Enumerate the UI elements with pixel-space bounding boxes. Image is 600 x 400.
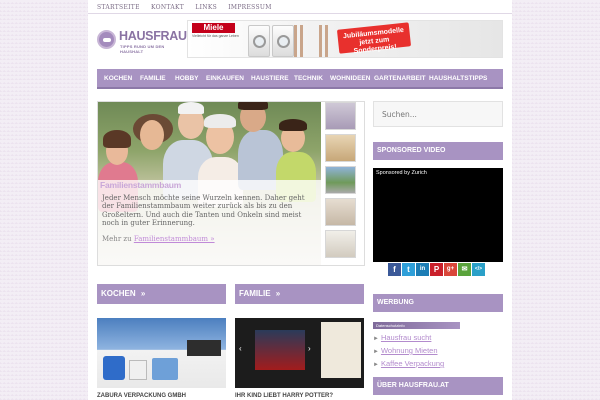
- slider-text: Jeder Mensch möchte seine Wurzeln kennen…: [102, 194, 305, 228]
- logo-icon: [97, 30, 116, 49]
- slider-more: Mehr zu Familienstammbaum »: [102, 235, 215, 243]
- nav-item-haustiere[interactable]: Haustiere: [251, 69, 289, 89]
- werbung-link-2[interactable]: ► Wohnung Mieten: [373, 345, 444, 358]
- arrow-left-icon: ‹: [239, 344, 242, 353]
- model-legs-image: [293, 25, 305, 57]
- section-kochen-title: Kochen: [101, 289, 136, 298]
- familie-card-title[interactable]: Ihr Kind liebt Harry Potter?: [235, 393, 333, 399]
- thumb-room[interactable]: [325, 230, 356, 258]
- twitter-icon[interactable]: t: [402, 263, 415, 276]
- thumb-bed[interactable]: [325, 198, 356, 226]
- email-icon[interactable]: ✉: [458, 263, 471, 276]
- video-sponsor-label: Sponsored by Zurich: [376, 170, 427, 176]
- nav-item-hobby[interactable]: Hobby: [175, 69, 198, 89]
- slider-more-prefix: Mehr zu: [102, 235, 132, 243]
- logo-subtitle: TIPPS RUND UM DEN HAUSHALT: [120, 44, 165, 54]
- slider-title[interactable]: Familienstammbaum: [100, 180, 181, 190]
- toplink-links[interactable]: Links: [195, 4, 217, 11]
- section-kochen-header[interactable]: Kochen »: [97, 284, 226, 304]
- main-nav: Kochen Familie Hobby Einkaufen Haustiere…: [97, 69, 503, 89]
- dryer-image: [248, 25, 270, 57]
- kochen-card-title[interactable]: Zabura Verpackung GmbH: [97, 393, 186, 399]
- linkedin-icon[interactable]: in: [416, 263, 429, 276]
- toplink-impressum[interactable]: Impressum: [228, 4, 271, 11]
- top-divider: [88, 13, 512, 14]
- section-familie-title: Familie: [239, 289, 271, 298]
- arrow-right-icon: ›: [308, 344, 311, 353]
- thumb-family[interactable]: [325, 102, 356, 130]
- werbung-links: ► Hausfrau sucht ► Wohnung Mieten ► Kaffee …: [373, 332, 444, 371]
- thumb-house[interactable]: [325, 166, 356, 194]
- search-input[interactable]: Suchen...: [373, 101, 503, 127]
- nav-item-wohnideen[interactable]: Wohnideen: [330, 69, 370, 89]
- model-legs-image-2: [318, 25, 330, 57]
- googleplus-icon[interactable]: g+: [444, 263, 457, 276]
- nav-item-kochen[interactable]: Kochen: [104, 69, 132, 89]
- miele-claim: Vielleicht für das ganze Leben: [192, 34, 239, 38]
- washer-image: [272, 25, 294, 57]
- nav-item-haushaltstipps[interactable]: Haushaltstipps: [429, 69, 487, 89]
- familie-card-image[interactable]: › ‹: [235, 318, 364, 388]
- sponsored-video-player[interactable]: [373, 168, 503, 262]
- toplink-startseite[interactable]: Startseite: [97, 4, 140, 11]
- chevron-right-icon: »: [140, 289, 146, 298]
- nav-item-technik[interactable]: Technik: [294, 69, 323, 89]
- werbung-link-1[interactable]: ► Hausfrau sucht: [373, 332, 444, 345]
- slider-more-link[interactable]: Familienstammbaum »: [134, 235, 215, 243]
- embed-icon[interactable]: </>: [472, 263, 485, 276]
- chevron-right-icon: »: [275, 289, 281, 298]
- werbung-header: Werbung: [373, 294, 503, 312]
- top-links: Startseite Kontakt Links Impressum: [97, 4, 281, 11]
- banner-ad[interactable]: Miele Vielleicht für das ganze Leben Jub…: [187, 20, 503, 58]
- sponsored-video-header: Sponsored Video: [373, 142, 503, 160]
- promo-badge: Jubiläumsmodelle jetzt zum Sonderpreis!: [336, 22, 412, 55]
- werbung-link-3[interactable]: ► Kaffee Verpackung: [373, 358, 444, 371]
- nav-item-einkaufen[interactable]: Einkaufen: [206, 69, 244, 89]
- facebook-icon[interactable]: f: [388, 263, 401, 276]
- section-familie-header[interactable]: Familie »: [235, 284, 364, 304]
- site-logo[interactable]: HAUSFRAU.AT TIPPS RUND UM DEN HAUSHALT: [97, 28, 205, 54]
- pinterest-icon[interactable]: P: [430, 263, 443, 276]
- about-header: Über Hausfrau.at: [373, 377, 503, 395]
- toplink-kontakt[interactable]: Kontakt: [151, 4, 184, 11]
- nav-item-gartenarbeit[interactable]: Gartenarbeit: [374, 69, 426, 89]
- kochen-card-image[interactable]: [97, 318, 226, 388]
- miele-logo: Miele: [192, 23, 235, 33]
- thumb-food[interactable]: [325, 134, 356, 162]
- ad-info-label: Datenschutzinfo: [376, 323, 405, 328]
- nav-item-familie[interactable]: Familie: [140, 69, 166, 89]
